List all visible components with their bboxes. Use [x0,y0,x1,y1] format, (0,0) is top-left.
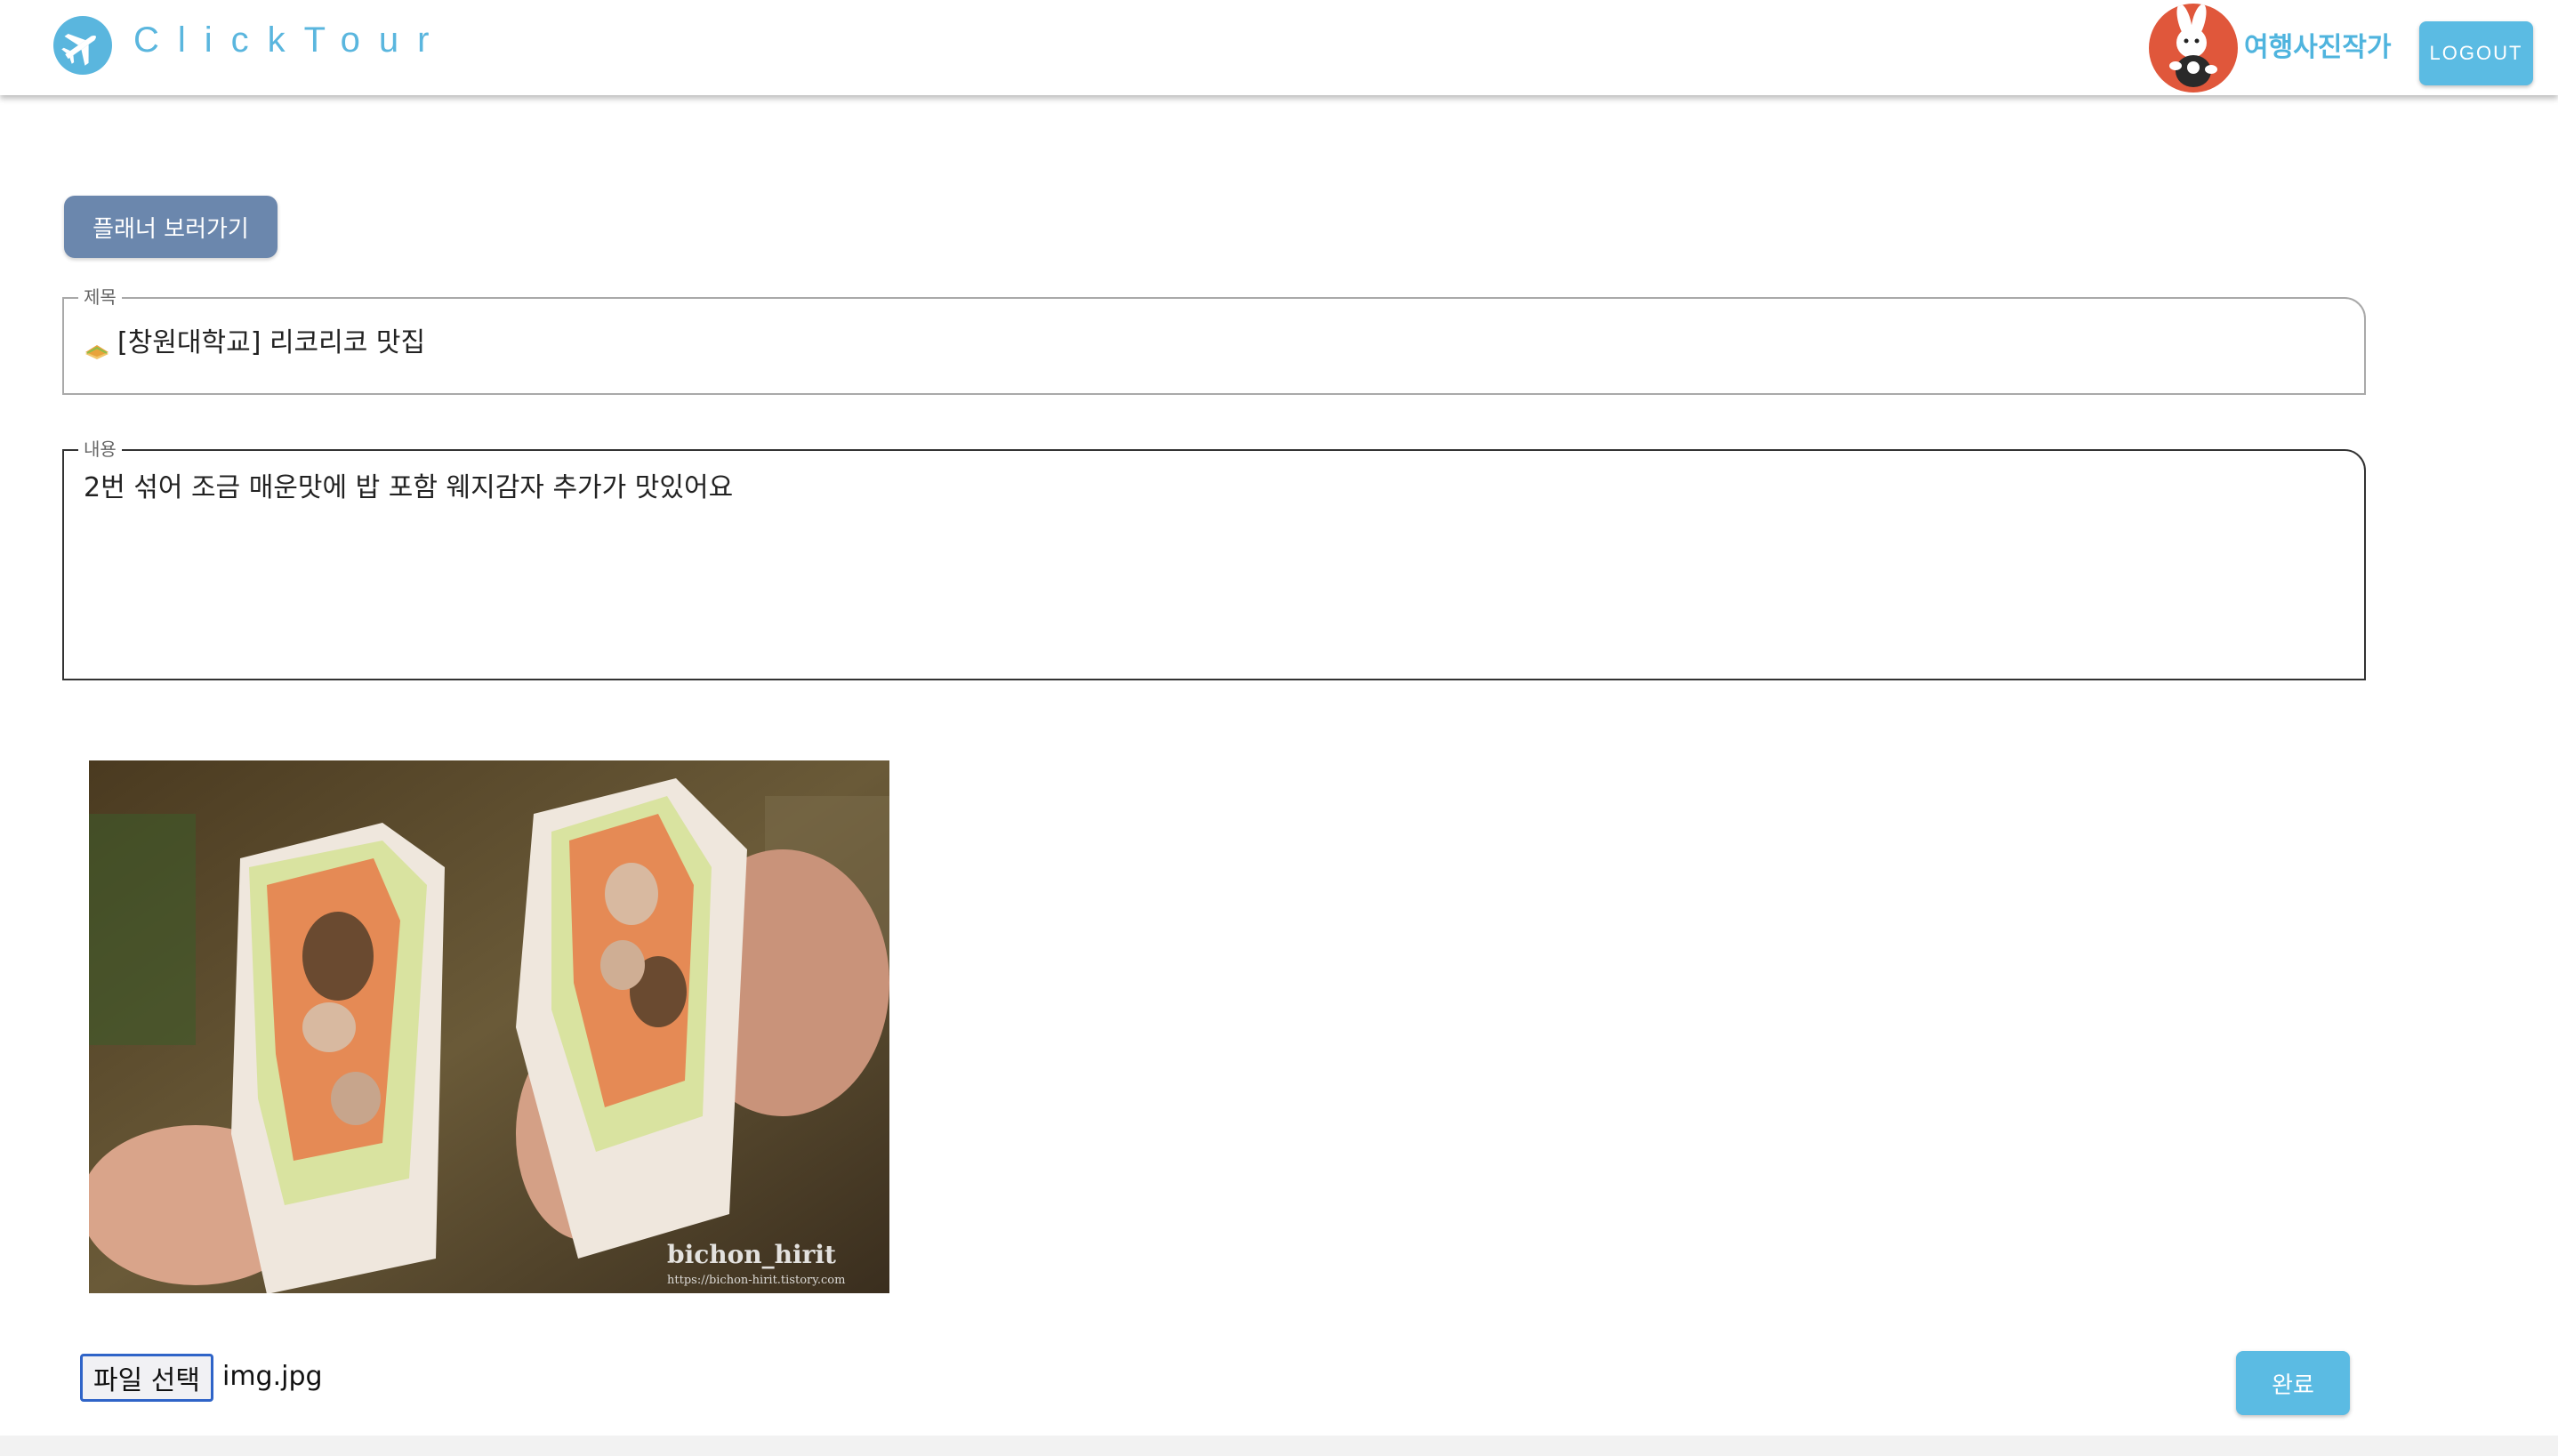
title-field[interactable]: 제목 [창원대학교] 리코리코 맛집 [62,286,2366,395]
airplane-icon[interactable] [53,16,112,75]
user-name[interactable]: 여행사진작가 [2244,30,2392,66]
content-field-label: 내용 [78,438,122,460]
title-field-label: 제목 [78,286,122,308]
done-button[interactable]: 완료 [2236,1351,2350,1415]
uploaded-photo: bichon_hirit https://bichon-hirit.tistor… [89,760,889,1293]
content-field[interactable]: 내용 2번 섞어 조금 매운맛에 밥 포함 웨지감자 추가가 맛있어요 [62,438,2366,680]
file-select-button[interactable]: 파일 선택 [80,1354,213,1402]
photo-watermark-url: https://bichon-hirit.tistory.com [667,1274,845,1287]
brand-title[interactable]: ClickTour [133,18,447,62]
title-input[interactable]: [창원대학교] 리코리코 맛집 [84,326,425,361]
logout-button[interactable]: LOGOUT [2419,21,2533,85]
photo-watermark-name: bichon_hirit [667,1240,836,1269]
avatar[interactable] [2149,4,2238,93]
planner-view-button[interactable]: 플래너 보러가기 [64,196,278,258]
sandwich-icon [84,335,110,359]
footer [0,1436,2558,1456]
top-navbar: ClickTour 여행사진작가 LOGOUT [0,0,2558,95]
content-textarea[interactable]: 2번 섞어 조금 매운맛에 밥 포함 웨지감자 추가가 맛있어요 [84,471,733,506]
title-value: [창원대학교] 리코리코 맛집 [117,327,426,358]
selected-file-name: img.jpg [222,1361,323,1392]
